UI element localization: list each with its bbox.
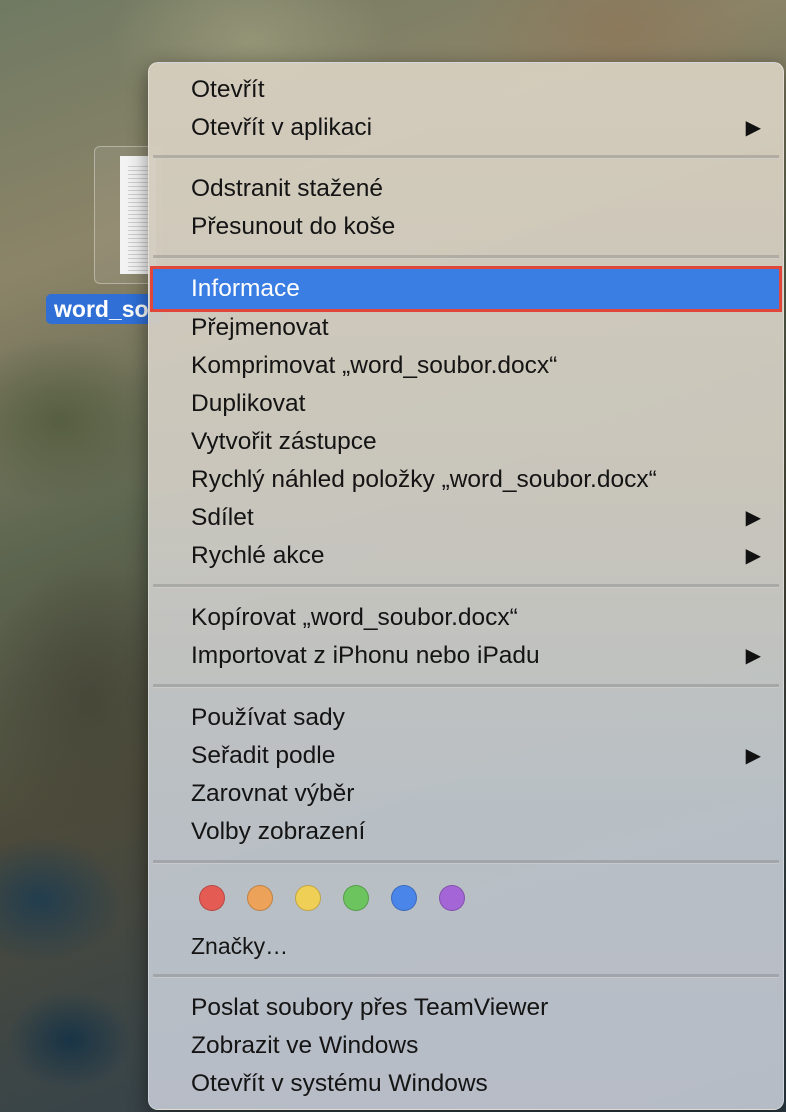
menu-item-move-to-trash[interactable]: Přesunout do koše bbox=[153, 208, 779, 246]
menu-item-open[interactable]: Otevřít bbox=[153, 71, 779, 109]
submenu-arrow-icon: ▶ bbox=[745, 645, 761, 667]
menu-item-remove-download[interactable]: Odstranit stažené bbox=[153, 170, 779, 208]
menu-item-quick-actions[interactable]: Rychlé akce ▶ bbox=[153, 537, 779, 575]
menu-item-clean-up-selection[interactable]: Zarovnat výběr bbox=[153, 775, 779, 813]
submenu-arrow-icon: ▶ bbox=[745, 545, 761, 567]
menu-item-use-stacks[interactable]: Používat sady bbox=[153, 699, 779, 737]
menu-item-send-teamviewer[interactable]: Poslat soubory přes TeamViewer bbox=[153, 989, 779, 1027]
menu-separator bbox=[153, 255, 779, 259]
menu-item-show-in-windows[interactable]: Zobrazit ve Windows bbox=[153, 1027, 779, 1065]
menu-item-open-in-windows[interactable]: Otevřít v systému Windows bbox=[153, 1065, 779, 1103]
menu-item-get-info[interactable]: Informace bbox=[150, 266, 782, 312]
tag-green[interactable] bbox=[343, 885, 369, 911]
menu-item-quick-look[interactable]: Rychlý náhled položky „word_soubor.docx“ bbox=[153, 461, 779, 499]
menu-item-compress[interactable]: Komprimovat „word_soubor.docx“ bbox=[153, 347, 779, 385]
context-menu: Otevřít Otevřít v aplikaci ▶ Odstranit st… bbox=[148, 62, 784, 1110]
tag-orange[interactable] bbox=[247, 885, 273, 911]
menu-separator bbox=[153, 584, 779, 588]
tag-purple[interactable] bbox=[439, 885, 465, 911]
menu-item-import-from-iphone[interactable]: Importovat z iPhonu nebo iPadu ▶ bbox=[153, 637, 779, 675]
menu-item-share[interactable]: Sdílet ▶ bbox=[153, 499, 779, 537]
submenu-arrow-icon: ▶ bbox=[745, 507, 761, 529]
menu-item-sort-by[interactable]: Seřadit podle ▶ bbox=[153, 737, 779, 775]
menu-item-copy[interactable]: Kopírovat „word_soubor.docx“ bbox=[153, 599, 779, 637]
tag-yellow[interactable] bbox=[295, 885, 321, 911]
menu-item-open-with[interactable]: Otevřít v aplikaci ▶ bbox=[153, 109, 779, 147]
menu-item-duplicate[interactable]: Duplikovat bbox=[153, 385, 779, 423]
submenu-arrow-icon: ▶ bbox=[745, 745, 761, 767]
menu-separator bbox=[153, 974, 779, 978]
tag-red[interactable] bbox=[199, 885, 225, 911]
menu-separator bbox=[153, 155, 779, 159]
menu-item-view-options[interactable]: Volby zobrazení bbox=[153, 813, 779, 851]
menu-item-rename[interactable]: Přejmenovat bbox=[153, 309, 779, 347]
menu-item-make-alias[interactable]: Vytvořit zástupce bbox=[153, 423, 779, 461]
menu-item-tags[interactable]: Značky… bbox=[153, 927, 779, 965]
menu-separator bbox=[153, 684, 779, 688]
submenu-arrow-icon: ▶ bbox=[745, 117, 761, 139]
tag-blue[interactable] bbox=[391, 885, 417, 911]
menu-separator bbox=[153, 860, 779, 864]
file-name-label[interactable]: word_so bbox=[46, 294, 162, 324]
